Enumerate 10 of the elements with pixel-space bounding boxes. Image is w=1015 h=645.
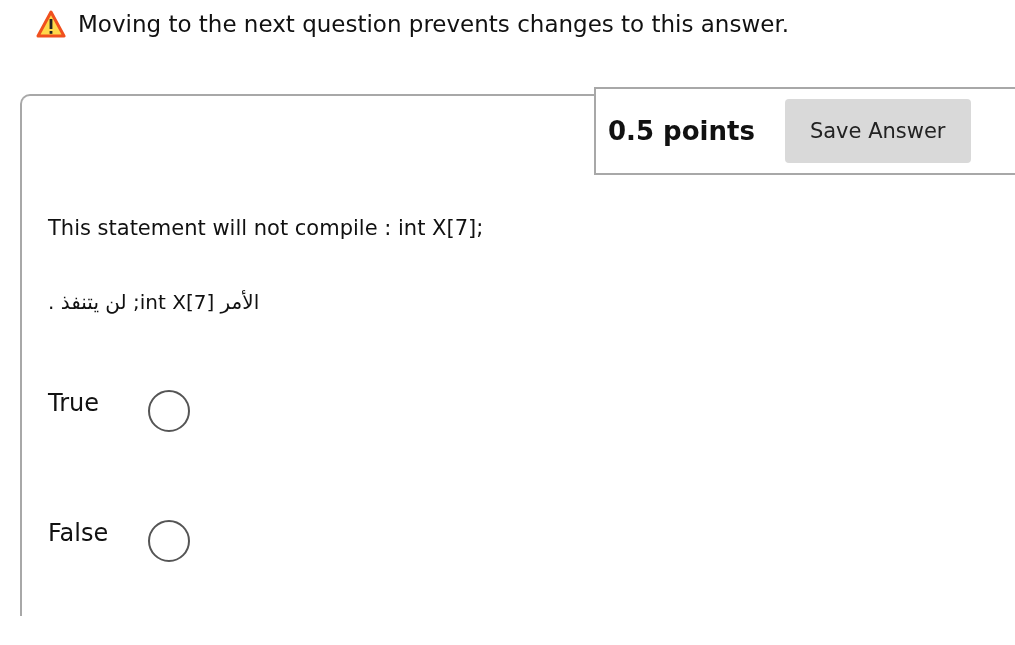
- question-text: This statement will not compile : int X[7];: [48, 216, 484, 240]
- question-text-arabic: الأمر int X[7]; لن يتنفذ .: [48, 290, 260, 314]
- save-answer-button[interactable]: Save Answer: [784, 99, 971, 163]
- points-label: 0.5 points: [608, 116, 755, 146]
- warning-message: Moving to the next question prevents changes to this answer.: [78, 11, 790, 37]
- radio-button[interactable]: [148, 520, 190, 562]
- radio-button[interactable]: [148, 390, 190, 432]
- option-label: False: [48, 519, 110, 547]
- option-label: True: [48, 389, 100, 417]
- warning-icon: [36, 10, 66, 38]
